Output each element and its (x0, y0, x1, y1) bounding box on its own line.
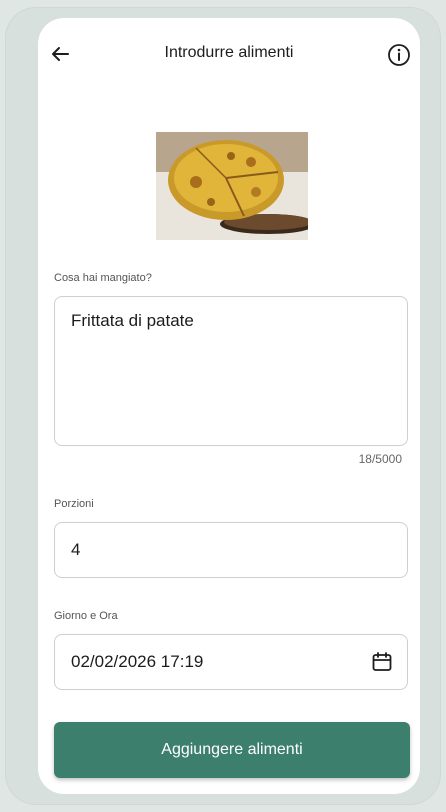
device-frame: Introdurre alimenti Cosa hai mangiato? F… (6, 8, 440, 804)
datetime-input[interactable]: 02/02/2026 17:19 (54, 634, 408, 690)
app-screen: Introdurre alimenti Cosa hai mangiato? F… (38, 18, 420, 794)
char-counter: 18/5000 (358, 452, 402, 466)
meal-value: Frittata di patate (71, 311, 194, 330)
add-food-button[interactable]: Aggiungere alimenti (54, 722, 410, 778)
datetime-value: 02/02/2026 17:19 (71, 652, 204, 671)
portions-label: Porzioni (54, 498, 94, 510)
meal-label: Cosa hai mangiato? (54, 272, 152, 284)
portions-value: 4 (71, 540, 81, 559)
portions-input[interactable]: 4 (54, 522, 408, 578)
page-title: Introdurre alimenti (164, 44, 294, 61)
food-photo (156, 132, 316, 240)
meal-textarea[interactable]: Frittata di patate (54, 296, 408, 446)
app-bar: Introdurre alimenti (38, 18, 420, 74)
datetime-label: Giorno e Ora (54, 610, 118, 622)
info-icon[interactable] (386, 42, 412, 68)
calendar-icon[interactable] (371, 651, 393, 673)
